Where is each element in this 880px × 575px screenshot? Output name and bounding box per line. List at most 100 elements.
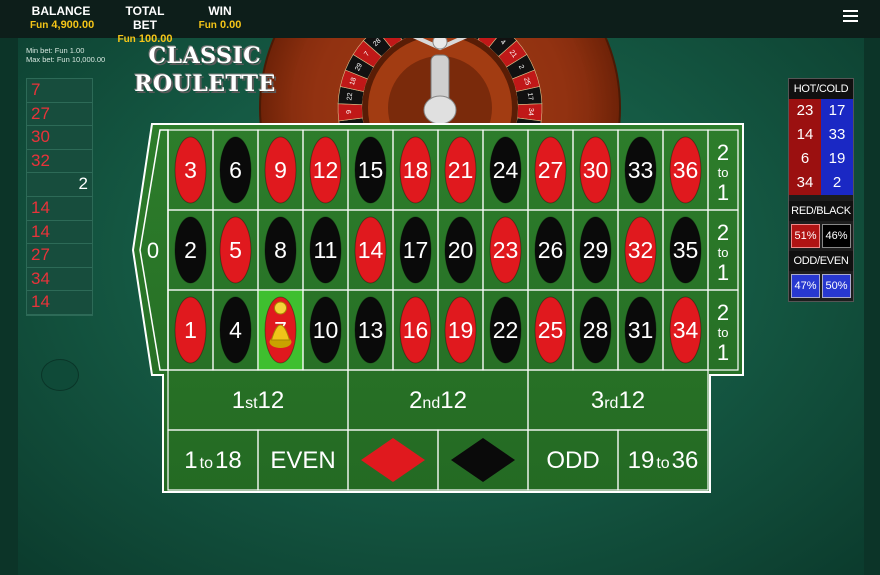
number-cell-22[interactable]: 22: [482, 289, 529, 371]
number-label: 11: [314, 237, 338, 263]
number-label: 19: [448, 317, 474, 343]
number-cell-27[interactable]: 27: [527, 129, 574, 211]
column-bet-3[interactable]: 2to1: [707, 129, 739, 211]
number-cell-25[interactable]: 25: [527, 289, 574, 371]
zero-label: 0: [147, 238, 159, 263]
hot-cold-grid: 23 14 6 34 17 33 19 2: [789, 99, 853, 195]
cold-number: 33: [828, 126, 846, 143]
hot-numbers: 23 14 6 34: [789, 99, 821, 195]
stats-panel: HOT/COLD 23 14 6 34 17 33 19 2 RED/BLACK…: [788, 78, 854, 302]
dozen-bet-2[interactable]: 2nd12: [347, 369, 529, 431]
even-label: EVEN: [270, 447, 335, 474]
number-cell-19[interactable]: 19: [437, 289, 484, 371]
hot-number: 14: [796, 126, 814, 143]
range-start: 19: [628, 447, 655, 474]
column-bet-2[interactable]: 2to1: [707, 209, 739, 291]
number-label: 16: [403, 317, 429, 343]
number-cell-29[interactable]: 29: [572, 209, 619, 291]
number-cell-17[interactable]: 17: [392, 209, 439, 291]
cold-number: 17: [828, 102, 846, 119]
number-label: 25: [538, 317, 564, 343]
dozen-number: 3: [591, 387, 604, 414]
number-cell-21[interactable]: 21: [437, 129, 484, 211]
number-label: 17: [403, 237, 429, 263]
number-cell-26[interactable]: 26: [527, 209, 574, 291]
number-cell-31[interactable]: 31: [617, 289, 664, 371]
number-cell-2[interactable]: 2: [167, 209, 214, 291]
number-cell-6[interactable]: 6: [212, 129, 259, 211]
dozen-bet-3[interactable]: 3rd12: [527, 369, 709, 431]
number-label: 9: [274, 157, 287, 183]
number-label: 6: [229, 157, 242, 183]
number-cell-9[interactable]: 9: [257, 129, 304, 211]
number-cell-16[interactable]: 16: [392, 289, 439, 371]
dozen-number: 1: [232, 387, 245, 414]
dozen-bet-1[interactable]: 1st12: [167, 369, 349, 431]
cold-number: 2: [832, 174, 842, 191]
number-label: 22: [493, 317, 519, 343]
number-cell-15[interactable]: 15: [347, 129, 394, 211]
range-start: 1: [184, 447, 197, 474]
range-to: to: [200, 455, 213, 472]
number-cell-5[interactable]: 5: [212, 209, 259, 291]
column-bet-bot: 1: [717, 260, 729, 285]
number-cell-34[interactable]: 34: [662, 289, 709, 371]
number-label: 18: [403, 157, 429, 183]
dozen-number: 2: [409, 387, 422, 414]
number-cell-1[interactable]: 1: [167, 289, 214, 371]
number-cell-20[interactable]: 20: [437, 209, 484, 291]
column-bet-1[interactable]: 2to1: [707, 289, 739, 371]
number-cell-12[interactable]: 12: [302, 129, 349, 211]
number-cell-3[interactable]: 3: [167, 129, 214, 211]
low-bet-1-to-18[interactable]: 1 to18: [167, 429, 259, 491]
number-label: 10: [313, 317, 339, 343]
number-cell-7[interactable]: 7: [257, 289, 304, 371]
number-label: 30: [583, 157, 609, 183]
number-cell-32[interactable]: 32: [617, 209, 664, 291]
red-black-stats: 51% 46%: [789, 221, 853, 251]
number-label: 24: [493, 157, 519, 183]
betting-table: 03 6 9 12 15 18 21 24 27 30 33 362to12 5 8 11 14 17 20 23 2…: [131, 123, 744, 493]
red-bet[interactable]: [347, 429, 439, 491]
high-bet-19-to-36[interactable]: 19 to36: [617, 429, 709, 491]
number-label: 34: [673, 317, 699, 343]
number-cell-33[interactable]: 33: [617, 129, 664, 211]
number-label: 14: [358, 237, 384, 263]
number-cell-30[interactable]: 30: [572, 129, 619, 211]
number-cell-24[interactable]: 24: [482, 129, 529, 211]
dozen-twelve: 12: [258, 387, 285, 414]
column-bet-top: 2: [717, 220, 729, 245]
odd-bet[interactable]: ODD: [527, 429, 619, 491]
number-cell-14[interactable]: 14: [347, 209, 394, 291]
number-cell-10[interactable]: 10: [302, 289, 349, 371]
number-label: 31: [628, 317, 654, 343]
number-label: 26: [538, 237, 564, 263]
dozen-label: 3rd12: [591, 387, 645, 414]
number-cell-4[interactable]: 4: [212, 289, 259, 371]
hot-number: 34: [796, 174, 814, 191]
dozen-label: 1st12: [232, 387, 285, 414]
number-cell-8[interactable]: 8: [257, 209, 304, 291]
hot-number: 23: [796, 102, 814, 119]
number-cell-11[interactable]: 11: [302, 209, 349, 291]
number-cell-36[interactable]: 36: [662, 129, 709, 211]
number-cell-13[interactable]: 13: [347, 289, 394, 371]
hot-number: 6: [800, 150, 810, 167]
range-end: 18: [215, 447, 242, 474]
dozen-suffix: st: [245, 395, 258, 412]
even-bet[interactable]: EVEN: [257, 429, 349, 491]
number-label: 2: [184, 237, 197, 263]
number-cell-23[interactable]: 23: [482, 209, 529, 291]
number-label: 21: [448, 157, 474, 183]
black-bet[interactable]: [437, 429, 529, 491]
number-label: 4: [229, 317, 242, 343]
hot-cold-title: HOT/COLD: [789, 79, 853, 99]
black-percentage: 46%: [822, 224, 851, 248]
number-cell-28[interactable]: 28: [572, 289, 619, 371]
column-bet-top: 2: [717, 300, 729, 325]
number-cell-18[interactable]: 18: [392, 129, 439, 211]
odd-even-stats: 47% 50%: [789, 271, 853, 301]
number-label: 15: [358, 157, 384, 183]
dozen-twelve: 12: [618, 387, 645, 414]
number-cell-35[interactable]: 35: [662, 209, 709, 291]
